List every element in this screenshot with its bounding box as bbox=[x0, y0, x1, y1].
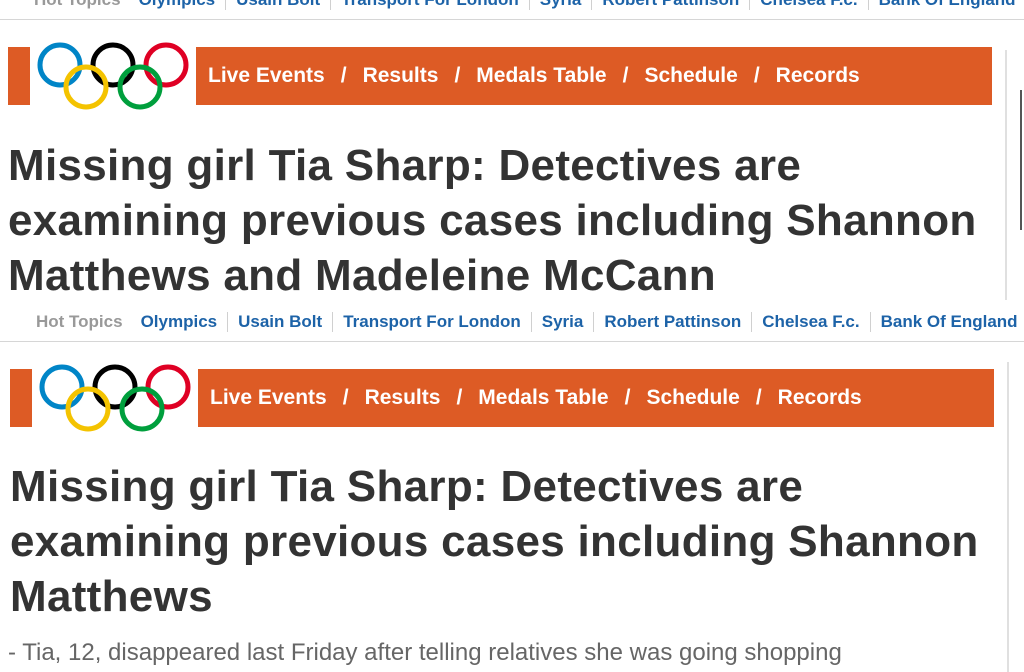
nav-separator: / bbox=[624, 386, 631, 409]
nav-results[interactable]: Results bbox=[363, 64, 439, 88]
article-headline: Missing girl Tia Sharp: Detectives are e… bbox=[8, 138, 1008, 300]
headline-line: Missing girl Tia Sharp: Detectives are bbox=[8, 141, 802, 190]
nav-separator: / bbox=[622, 64, 629, 87]
nav-medals-table[interactable]: Medals Table bbox=[476, 64, 606, 88]
headline-line: examining previous cases including Shann… bbox=[8, 196, 977, 245]
hot-topics-label: Hot Topics bbox=[36, 311, 123, 331]
headline-line: examining previous cases including Shann… bbox=[10, 517, 979, 566]
column-divider bbox=[1007, 362, 1009, 672]
headline-line: Missing girl Tia Sharp: Detectives are bbox=[10, 462, 804, 511]
hot-topic-bank-of-england[interactable]: Bank Of England bbox=[867, 0, 1024, 10]
hot-topic-bank-of-england[interactable]: Bank Of England bbox=[869, 311, 1024, 332]
olympic-rings-icon bbox=[39, 364, 191, 432]
hot-topic-olympics[interactable]: Olympics bbox=[131, 312, 228, 332]
olympics-nav: Live Events / Results / Medals Table / S… bbox=[210, 369, 862, 427]
hot-topic-chelsea[interactable]: Chelsea F.c. bbox=[749, 0, 867, 10]
nav-separator: / bbox=[340, 64, 347, 87]
olympics-nav-bar: Live Events / Results / Medals Table / S… bbox=[8, 39, 992, 113]
nav-separator: / bbox=[454, 64, 461, 87]
nav-records[interactable]: Records bbox=[776, 64, 860, 88]
nav-separator: / bbox=[342, 386, 349, 409]
top-screenshot: Hot Topics Olympics Usain Bolt Transport… bbox=[0, 0, 1024, 300]
hot-topic-usain-bolt[interactable]: Usain Bolt bbox=[225, 0, 330, 10]
article-standfirst: - Tia, 12, disappeared last Friday after… bbox=[8, 639, 842, 666]
olympic-rings-logo[interactable] bbox=[30, 39, 196, 113]
nav-medals-table[interactable]: Medals Table bbox=[478, 386, 608, 410]
hot-topic-robert-pattinson[interactable]: Robert Pattinson bbox=[591, 0, 749, 10]
hot-topics-label: Hot Topics bbox=[34, 0, 129, 10]
hot-topics-bar: Hot Topics Olympics Usain Bolt Transport… bbox=[0, 302, 1024, 342]
hot-topic-robert-pattinson[interactable]: Robert Pattinson bbox=[593, 311, 751, 332]
column-divider bbox=[1005, 50, 1007, 300]
hot-topic-syria[interactable]: Syria bbox=[528, 0, 592, 10]
hot-topic-usain-bolt[interactable]: Usain Bolt bbox=[227, 311, 332, 332]
nav-live-events[interactable]: Live Events bbox=[210, 386, 327, 410]
hot-topic-transport-for-london[interactable]: Transport For London bbox=[332, 311, 531, 332]
hot-topic-syria[interactable]: Syria bbox=[530, 311, 594, 332]
bottom-screenshot: Hot Topics Olympics Usain Bolt Transport… bbox=[0, 302, 1024, 672]
nav-separator: / bbox=[753, 64, 760, 87]
sidebar-edge bbox=[1020, 90, 1022, 230]
nav-separator: / bbox=[456, 386, 463, 409]
nav-separator: / bbox=[755, 386, 762, 409]
olympic-rings-icon bbox=[37, 42, 189, 110]
olympic-rings-logo[interactable] bbox=[32, 361, 198, 435]
hot-topic-transport-for-london[interactable]: Transport For London bbox=[330, 0, 529, 10]
hot-topic-chelsea[interactable]: Chelsea F.c. bbox=[751, 311, 869, 332]
olympics-nav-bar: Live Events / Results / Medals Table / S… bbox=[10, 361, 994, 435]
article-headline: Missing girl Tia Sharp: Detectives are e… bbox=[10, 459, 1010, 624]
nav-results[interactable]: Results bbox=[365, 386, 441, 410]
nav-schedule[interactable]: Schedule bbox=[646, 386, 739, 410]
nav-live-events[interactable]: Live Events bbox=[208, 64, 325, 88]
hot-topic-olympics[interactable]: Olympics bbox=[129, 0, 226, 10]
headline-line: Matthews bbox=[10, 572, 213, 621]
hot-topics-bar: Hot Topics Olympics Usain Bolt Transport… bbox=[0, 0, 1024, 20]
headline-line: Matthews and Madeleine McCann bbox=[8, 251, 716, 300]
nav-records[interactable]: Records bbox=[778, 386, 862, 410]
olympics-nav: Live Events / Results / Medals Table / S… bbox=[208, 47, 860, 105]
nav-schedule[interactable]: Schedule bbox=[644, 64, 737, 88]
